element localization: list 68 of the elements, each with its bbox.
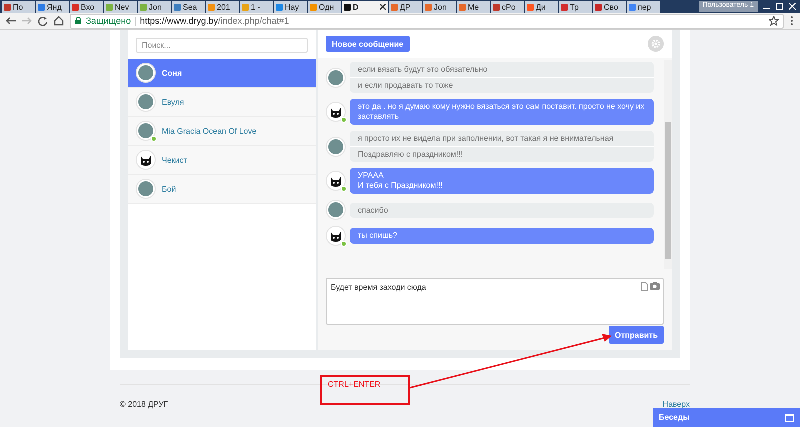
cat-icon (326, 102, 346, 122)
message-text: И тебя с Праздником!!! (358, 181, 444, 191)
star-icon[interactable] (769, 16, 779, 26)
browser-tab[interactable]: Вхо (70, 1, 103, 13)
conversations-bar[interactable]: Беседы (653, 408, 800, 427)
message-text: ты спишь? (358, 231, 398, 241)
message-text: УРААА (358, 171, 385, 181)
cat-icon (136, 150, 156, 170)
file-icon[interactable] (641, 282, 648, 291)
menu-icon[interactable] (790, 16, 794, 26)
search-field[interactable]: Поиск... (136, 38, 308, 53)
browser-tab[interactable]: Одн (308, 1, 341, 13)
browser-tab[interactable]: cPo (491, 1, 524, 13)
browser-tab[interactable]: По (2, 1, 35, 13)
message-text: я просто их не видела при заполнении, вот такая я не внимательная (357, 133, 615, 145)
conversations-title: Беседы (659, 413, 690, 422)
browser-tab[interactable]: Me (457, 1, 490, 13)
address-bar[interactable]: Защищено https://www.dryg.by/index.php/chat#1 (70, 14, 784, 28)
browser-tab[interactable]: Сво (593, 1, 626, 13)
annotation-box: CTRL+ENTER (320, 375, 410, 405)
avatar-icon (326, 200, 346, 220)
cat-icon (326, 171, 346, 191)
contact-item[interactable]: Евуля (128, 88, 316, 117)
avatar-icon (136, 121, 156, 141)
avatar-icon (326, 68, 346, 88)
avatar-icon (136, 63, 156, 83)
avatar-icon (136, 179, 156, 199)
browser-tab[interactable]: Sea (172, 1, 205, 13)
url-text: https://www.dryg.by/index.php/chat#1 (140, 16, 290, 26)
browser-tab[interactable]: Jon (138, 1, 171, 13)
window-icon (785, 414, 794, 422)
message-text: спасибо (357, 204, 390, 216)
message-text: и если продавать то тоже (350, 77, 654, 93)
home-icon[interactable] (54, 16, 64, 26)
message-text: это да . но я думаю кому нужно вязаться это сам поставит. просто не хочу их заставлять (358, 102, 646, 122)
new-message-button[interactable]: Новое сообщение (326, 36, 410, 52)
lock-icon (75, 17, 82, 25)
secure-label: Защищено (86, 16, 132, 26)
message-text: Поздравляю с праздником!!! (350, 146, 654, 162)
reload-icon[interactable] (38, 16, 48, 26)
send-button[interactable]: Отправить (609, 326, 664, 344)
camera-icon[interactable] (650, 282, 660, 290)
browser-tab[interactable]: Нау (274, 1, 307, 13)
copyright-text: © 2018 ДРУГ (120, 400, 168, 409)
close-icon[interactable] (380, 4, 386, 10)
browser-tab[interactable]: Ди (525, 1, 558, 13)
browser-tab[interactable]: 1 - (240, 1, 273, 13)
browser-tab[interactable]: Тр (559, 1, 592, 13)
message-text: если вязать будут это обязательно (357, 64, 489, 76)
message-field[interactable]: Будет время заходи сюда (326, 278, 664, 325)
browser-tab[interactable]: D (342, 1, 388, 13)
scrollbar[interactable] (664, 60, 672, 269)
browser-tab[interactable]: ДР (389, 1, 422, 13)
browser-tab[interactable]: Nev (104, 1, 137, 13)
browser-tab[interactable]: 201 (206, 1, 239, 13)
back-icon[interactable] (6, 16, 16, 26)
contact-item[interactable]: Mia Gracia Ocean Of Love (128, 117, 316, 146)
browser-tab[interactable]: Янд (36, 1, 69, 13)
maximize-icon[interactable] (776, 3, 783, 10)
avatar-icon (326, 136, 346, 156)
browser-tab[interactable]: Jon (423, 1, 456, 13)
contact-item[interactable]: Бой (128, 175, 316, 204)
avatar-icon (136, 92, 156, 112)
browser-tab[interactable]: пер (627, 1, 660, 13)
contact-item[interactable]: Соня (128, 59, 316, 88)
cat-icon (326, 226, 346, 246)
contact-item[interactable]: Чекист (128, 146, 316, 175)
back-to-top-link[interactable]: Наверх (662, 400, 690, 409)
